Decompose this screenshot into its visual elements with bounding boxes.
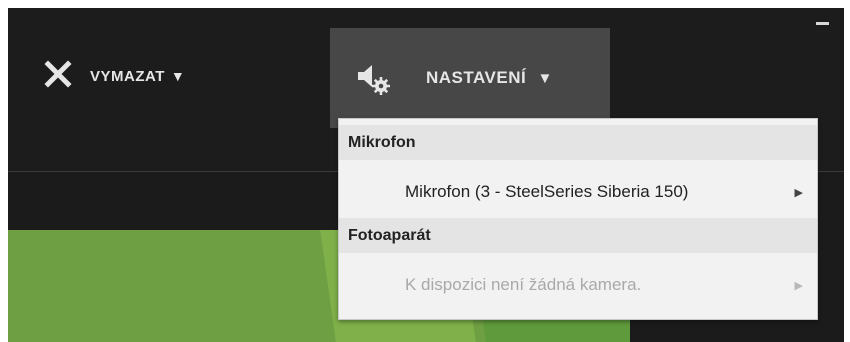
settings-button-label-group: NASTAVENÍ ▼: [426, 68, 553, 88]
chevron-down-icon: ▼: [170, 68, 186, 84]
menu-header-microphone: Mikrofon: [339, 125, 817, 160]
close-icon: [44, 59, 72, 93]
chevron-right-icon: ▶: [794, 186, 803, 199]
camera-app: VYMAZAT ▼ NASTAVENÍ ▼ Mikrofon Mikrofon …: [8, 8, 844, 342]
settings-button[interactable]: NASTAVENÍ ▼: [330, 28, 610, 128]
window-frame-right: [844, 0, 850, 342]
clear-button[interactable]: VYMAZAT ▼: [44, 56, 185, 96]
chevron-down-icon: ▼: [537, 70, 553, 87]
settings-menu: Mikrofon Mikrofon (3 - SteelSeries Siber…: [338, 118, 818, 320]
speaker-gear-icon: [356, 62, 392, 101]
settings-button-label: NASTAVENÍ: [426, 68, 527, 87]
menu-item-label: Mikrofon (3 - SteelSeries Siberia 150): [405, 182, 689, 201]
window-frame-left: [0, 0, 8, 342]
menu-item-label: K dispozici není žádná kamera.: [405, 275, 642, 294]
clear-button-label: VYMAZAT: [90, 67, 165, 85]
minimize-button[interactable]: [816, 22, 829, 25]
chevron-right-icon: ▶: [794, 279, 803, 292]
window-frame-top: [0, 0, 850, 8]
menu-header-camera: Fotoaparát: [339, 218, 817, 253]
menu-item-microphone-device[interactable]: Mikrofon (3 - SteelSeries Siberia 150) ▶: [339, 170, 817, 214]
menu-item-camera-device: K dispozici není žádná kamera. ▶: [339, 263, 817, 307]
